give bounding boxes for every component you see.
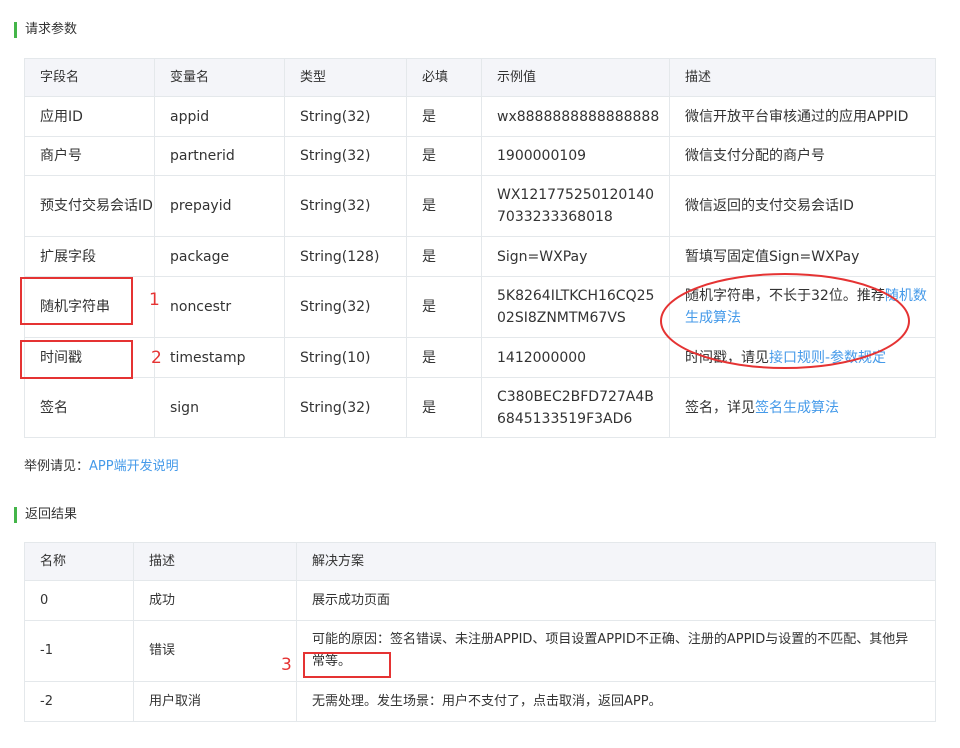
header-desc: 描述 <box>669 58 936 97</box>
cell-type: String(10) <box>284 337 407 378</box>
cell-code: 0 <box>24 580 134 621</box>
annotation-number-2: 2 <box>151 348 162 368</box>
cell-desc: 微信支付分配的商户号 <box>669 136 936 176</box>
cell-var: noncestr <box>154 276 285 338</box>
table-header-row: 字段名 变量名 类型 必填 示例值 描述 <box>24 58 936 97</box>
desc-text: 签名，详见 <box>685 399 755 416</box>
cell-required: 是 <box>406 377 482 438</box>
cell-var: sign <box>154 377 285 438</box>
header-name: 名称 <box>24 542 134 581</box>
cell-solution: 可能的原因：签名错误、未注册APPID、项目设置APPID不正确、注册的APPI… <box>296 620 936 682</box>
cell-example: WX1217752501201407033233368018 <box>481 175 670 237</box>
cell-desc: 成功 <box>133 580 297 621</box>
cell-example: wx8888888888888888 <box>481 96 670 137</box>
cell-field: 扩展字段 <box>24 236 155 277</box>
cell-var: timestamp <box>154 337 285 378</box>
cell-field: 应用ID <box>24 96 155 137</box>
sign-algorithm-link[interactable]: 签名生成算法 <box>755 400 839 416</box>
table-header-row: 名称 描述 解决方案 <box>24 542 936 581</box>
table-row: 应用ID appid String(32) 是 wx88888888888888… <box>24 96 936 137</box>
table-row: 预支付交易会话ID prepayid String(32) 是 WX121775… <box>24 175 936 237</box>
cell-required: 是 <box>406 136 482 176</box>
cell-field: 签名 <box>24 377 155 438</box>
cell-example: 1900000109 <box>481 136 670 176</box>
cell-code: -2 <box>24 681 134 722</box>
table-row: -2 用户取消 无需处理。发生场景：用户不支付了，点击取消，返回APP。 <box>24 681 936 722</box>
cell-field: 商户号 <box>24 136 155 176</box>
cell-type: String(32) <box>284 136 407 176</box>
header-desc: 描述 <box>133 542 297 581</box>
cell-code: -1 <box>24 620 134 682</box>
cell-desc: 微信返回的支付交易会话ID <box>669 175 936 237</box>
cell-var: appid <box>154 96 285 137</box>
annotation-number-1: 1 <box>149 290 160 310</box>
cell-solution: 无需处理。发生场景：用户不支付了，点击取消，返回APP。 <box>296 681 936 722</box>
annotation-box-noncestr <box>20 277 133 325</box>
table-row: 商户号 partnerid String(32) 是 1900000109 微信… <box>24 136 936 176</box>
cell-solution: 展示成功页面 <box>296 580 936 621</box>
example-note: 举例请见：APP端开发说明 <box>24 458 179 476</box>
table-row: -1 错误 可能的原因：签名错误、未注册APPID、项目设置APPID不正确、注… <box>24 620 936 682</box>
cell-type: String(32) <box>284 377 407 438</box>
cell-field: 预支付交易会话ID <box>24 175 155 237</box>
cell-required: 是 <box>406 236 482 277</box>
request-params-title: 请求参数 <box>14 22 77 38</box>
cell-example: C380BEC2BFD727A4B6845133519F3AD6 <box>481 377 670 438</box>
annotation-box-other-errors <box>303 652 391 678</box>
cell-required: 是 <box>406 175 482 237</box>
return-result-title: 返回结果 <box>14 507 77 523</box>
cell-var: partnerid <box>154 136 285 176</box>
cell-example: 1412000000 <box>481 337 670 378</box>
cell-type: String(32) <box>284 276 407 338</box>
cell-var: prepayid <box>154 175 285 237</box>
cell-required: 是 <box>406 96 482 137</box>
cell-desc: 签名，详见签名生成算法 <box>669 377 936 438</box>
cell-required: 是 <box>406 276 482 338</box>
header-example: 示例值 <box>481 58 670 97</box>
header-var: 变量名 <box>154 58 285 97</box>
header-solution: 解决方案 <box>296 542 936 581</box>
cell-var: package <box>154 236 285 277</box>
cell-example: 5K8264ILTKCH16CQ2502SI8ZNMTM67VS <box>481 276 670 338</box>
header-field: 字段名 <box>24 58 155 97</box>
annotation-ellipse <box>660 273 910 369</box>
table-row: 0 成功 展示成功页面 <box>24 580 936 621</box>
example-note-prefix: 举例请见： <box>24 459 90 474</box>
results-table: 名称 描述 解决方案 0 成功 展示成功页面 -1 错误 可能的原因：签名错误、… <box>24 542 936 722</box>
request-params-table: 字段名 变量名 类型 必填 示例值 描述 应用ID appid String(3… <box>24 58 936 438</box>
app-dev-doc-link[interactable]: APP端开发说明 <box>89 459 179 474</box>
table-row: 签名 sign String(32) 是 C380BEC2BFD727A4B68… <box>24 377 936 438</box>
cell-type: String(32) <box>284 175 407 237</box>
cell-desc: 错误 <box>133 620 297 682</box>
annotation-number-3: 3 <box>281 655 292 675</box>
cell-type: String(32) <box>284 96 407 137</box>
annotation-box-timestamp <box>20 340 133 379</box>
cell-example: Sign=WXPay <box>481 236 670 277</box>
cell-type: String(128) <box>284 236 407 277</box>
cell-desc: 微信开放平台审核通过的应用APPID <box>669 96 936 137</box>
header-type: 类型 <box>284 58 407 97</box>
header-required: 必填 <box>406 58 482 97</box>
cell-required: 是 <box>406 337 482 378</box>
cell-desc: 用户取消 <box>133 681 297 722</box>
